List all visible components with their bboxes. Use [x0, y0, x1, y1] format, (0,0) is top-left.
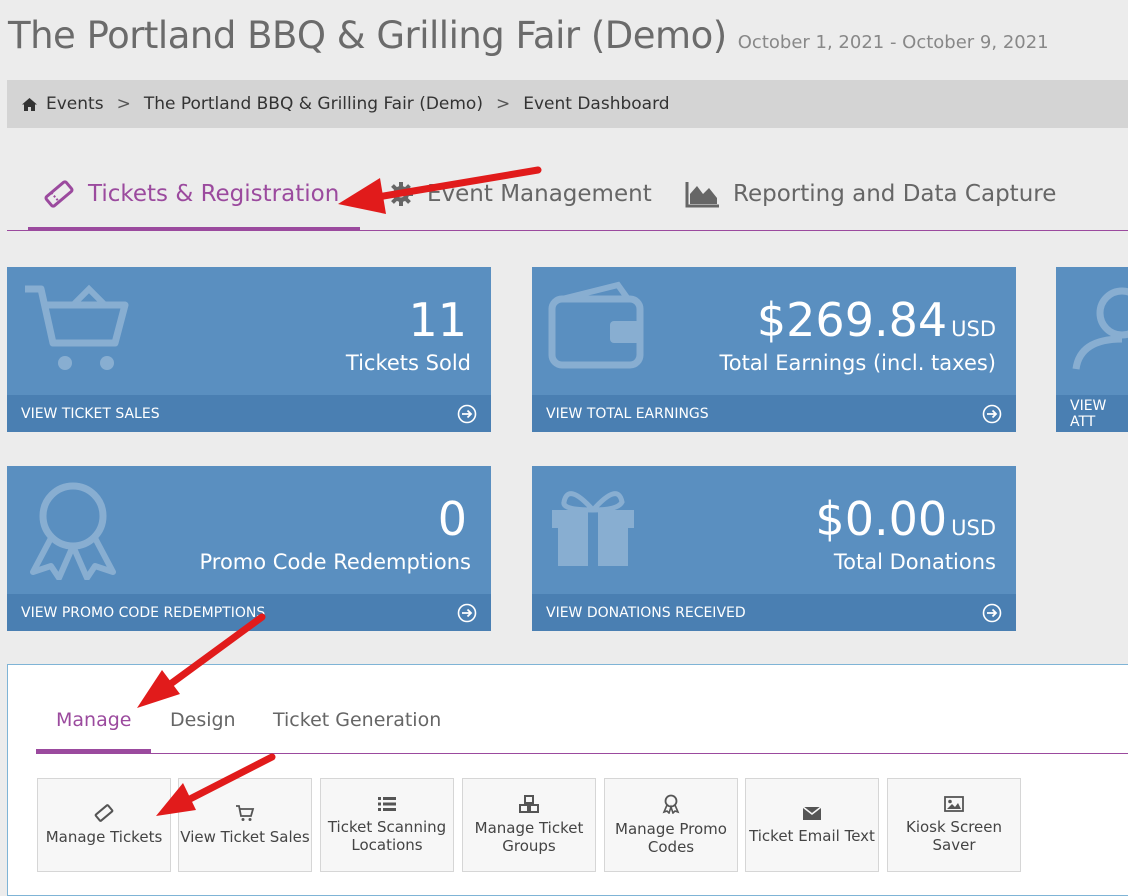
- card-value: 11: [408, 293, 467, 347]
- sub-tabs: Manage Design Ticket Generation: [35, 693, 1128, 754]
- view-donations-received-link[interactable]: VIEW DONATIONS RECEIVED: [532, 594, 1016, 631]
- card-footer-label: VIEW DONATIONS RECEIVED: [546, 604, 746, 621]
- tab-label: Tickets & Registration: [88, 181, 340, 207]
- promo-code-redemptions-card: 0 Promo Code Redemptions VIEW PROMO CODE…: [7, 466, 491, 631]
- view-ticket-sales-link[interactable]: VIEW TICKET SALES: [7, 395, 491, 432]
- wallet-icon: [548, 281, 644, 369]
- card-value: 0: [437, 492, 467, 546]
- event-dates: October 1, 2021 - October 9, 2021: [737, 32, 1049, 53]
- ribbon-icon: [30, 482, 116, 580]
- tool-label: Manage Tickets: [45, 828, 163, 846]
- attendees-card: VIEW ATT: [1056, 267, 1128, 432]
- tickets-sold-card: 11 Tickets Sold VIEW TICKET SALES: [7, 267, 491, 432]
- tool-label: Ticket Scanning Locations: [327, 818, 447, 854]
- main-tabs: Tickets & Registration Event Management …: [7, 160, 1128, 231]
- breadcrumb-separator: >: [116, 94, 131, 114]
- subtab-design[interactable]: Design: [170, 709, 236, 731]
- breadcrumb-event[interactable]: The Portland BBQ & Grilling Fair (Demo): [144, 94, 483, 114]
- cubes-icon: [519, 795, 539, 813]
- card-label: Total Earnings (incl. taxes): [719, 351, 996, 375]
- user-icon: [1072, 287, 1128, 370]
- view-promo-code-redemptions-link[interactable]: VIEW PROMO CODE REDEMPTIONS: [7, 594, 491, 631]
- breadcrumb-events[interactable]: Events: [46, 94, 104, 114]
- cart-icon: [25, 284, 129, 370]
- arrow-circle-right-icon: [982, 404, 1002, 423]
- tab-label: Reporting and Data Capture: [733, 181, 1057, 207]
- gear-icon: [389, 182, 413, 206]
- image-icon: [944, 796, 964, 812]
- subtab-ticket-generation[interactable]: Ticket Generation: [273, 709, 441, 731]
- view-ticket-sales-button[interactable]: View Ticket Sales: [178, 778, 312, 872]
- view-total-earnings-link[interactable]: VIEW TOTAL EARNINGS: [532, 395, 1016, 432]
- card-footer-label: VIEW TICKET SALES: [21, 405, 160, 422]
- card-value: $269.84 USD: [756, 293, 996, 347]
- breadcrumb: Events > The Portland BBQ & Grilling Fai…: [7, 80, 1128, 128]
- tool-label: Manage Promo Codes: [615, 820, 727, 856]
- card-label: Promo Code Redemptions: [199, 550, 471, 574]
- list-icon: [378, 797, 396, 811]
- manage-promo-codes-button[interactable]: Manage Promo Codes: [604, 778, 738, 872]
- arrow-circle-right-icon: [457, 404, 477, 423]
- ticket-icon: [94, 804, 114, 822]
- ribbon-icon: [662, 794, 680, 814]
- card-footer-label: VIEW ATT: [1070, 397, 1107, 430]
- breadcrumb-separator: >: [495, 94, 511, 114]
- kiosk-screen-saver-button[interactable]: Kiosk Screen Saver: [887, 778, 1021, 872]
- tool-label: Kiosk Screen Saver: [905, 818, 1003, 854]
- card-label: Tickets Sold: [345, 351, 471, 375]
- view-attendees-link[interactable]: VIEW ATT: [1056, 395, 1128, 432]
- arrow-circle-right-icon: [982, 603, 1002, 622]
- tool-label: View Ticket Sales: [180, 828, 310, 846]
- tool-label: Ticket Email Text: [749, 827, 875, 845]
- total-earnings-card: $269.84 USD Total Earnings (incl. taxes) …: [532, 267, 1016, 432]
- tab-tickets-registration[interactable]: Tickets & Registration: [27, 160, 361, 231]
- total-donations-card: $0.00 USD Total Donations VIEW DONATIONS …: [532, 466, 1016, 631]
- cart-icon: [236, 805, 255, 821]
- tool-label: Manage Ticket Groups: [474, 819, 584, 855]
- envelope-icon: [802, 806, 822, 820]
- home-icon: [22, 97, 37, 111]
- tab-event-management[interactable]: Event Management: [387, 160, 652, 228]
- manage-ticket-groups-button[interactable]: Manage Ticket Groups: [462, 778, 596, 872]
- tab-reporting-data-capture[interactable]: Reporting and Data Capture: [685, 160, 1056, 228]
- card-footer-label: VIEW PROMO CODE REDEMPTIONS: [21, 604, 266, 621]
- card-footer-label: VIEW TOTAL EARNINGS: [546, 405, 709, 422]
- tools-panel: Manage Design Ticket Generation Manage T…: [7, 664, 1128, 896]
- page-header: The Portland BBQ & Grilling Fair (Demo) …: [8, 14, 1049, 57]
- card-label: Total Donations: [833, 550, 996, 574]
- breadcrumb-dashboard: Event Dashboard: [523, 94, 670, 114]
- ticket-scanning-locations-button[interactable]: Ticket Scanning Locations: [320, 778, 454, 872]
- tab-label: Event Management: [427, 181, 652, 207]
- ticket-email-text-button[interactable]: Ticket Email Text: [745, 778, 879, 872]
- manage-tickets-button[interactable]: Manage Tickets: [37, 778, 171, 872]
- arrow-circle-right-icon: [457, 603, 477, 622]
- card-value: $0.00 USD: [815, 492, 996, 546]
- gift-icon: [552, 491, 634, 566]
- page-title: The Portland BBQ & Grilling Fair (Demo): [8, 14, 727, 57]
- ticket-icon: [44, 180, 74, 208]
- subtab-manage[interactable]: Manage: [35, 709, 153, 753]
- area-chart-icon: [685, 182, 719, 208]
